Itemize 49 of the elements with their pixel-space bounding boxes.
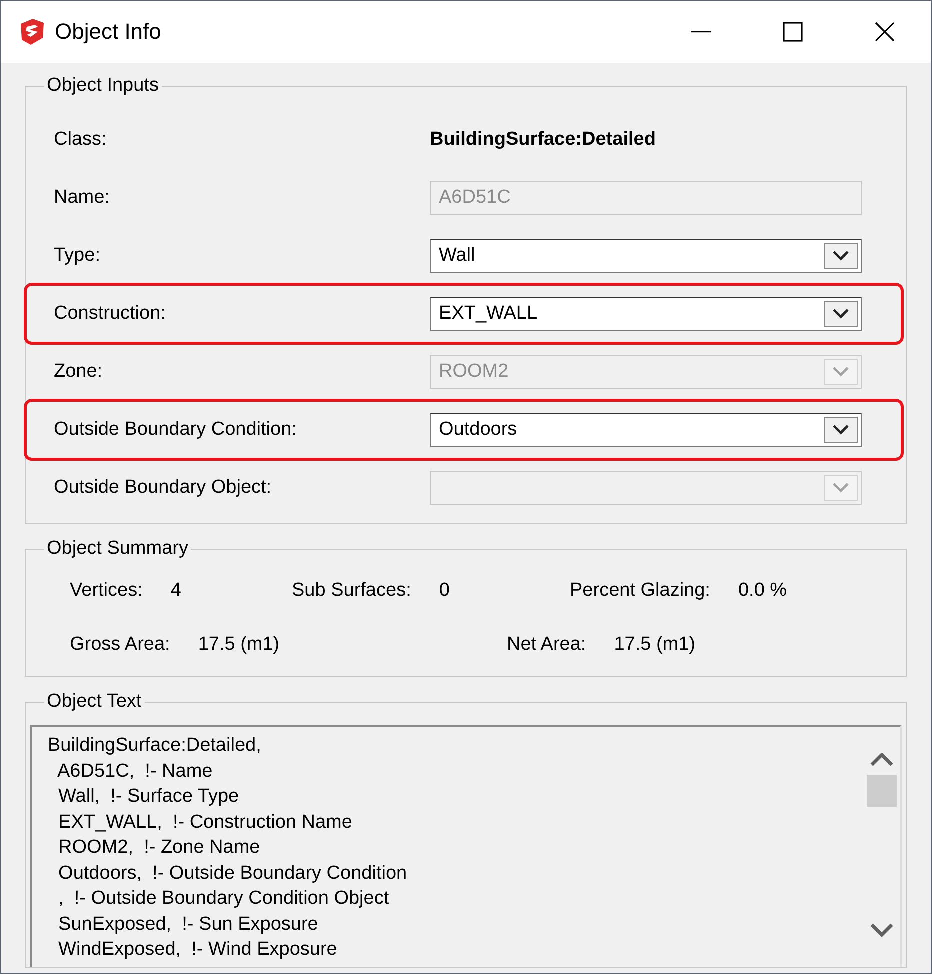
chevron-down-icon [833, 367, 849, 377]
field-label: Type: [54, 245, 102, 267]
field-label: Outside Boundary Object: [54, 477, 273, 499]
text-line: BuildingSurface:Detailed, [48, 734, 262, 758]
text-line: SunExposed, !- Sun Exposure [58, 912, 318, 936]
dropdown-field[interactable]: Wall [430, 239, 862, 273]
dropdown-field[interactable]: Outdoors [430, 413, 862, 447]
text-line: EXT_WALL, !- Construction Name [58, 810, 352, 834]
field-label: Construction: [54, 303, 167, 325]
chevron-down-icon [833, 425, 849, 435]
summary-label: Gross Area: [70, 634, 170, 656]
summary-value: 17.5 (m1) [198, 634, 280, 656]
summary-label: Net Area: [507, 634, 586, 656]
field-label: Class: [54, 129, 108, 151]
summary-label: Vertices: [70, 580, 143, 602]
summary-value: 0 [439, 580, 450, 602]
field-value[interactable]: Outdoors [439, 419, 824, 441]
minimize-icon [691, 31, 711, 33]
field-value[interactable]: Wall [439, 245, 824, 267]
class-value: BuildingSurface:Detailed [430, 129, 656, 151]
summary-label: Sub Surfaces: [292, 580, 412, 602]
scrollbar-thumb[interactable] [867, 775, 897, 807]
field-value[interactable]: EXT_WALL [439, 303, 824, 325]
chevron-down-icon [833, 483, 849, 493]
group-title: Object Text [46, 691, 143, 713]
chevron-down-icon [833, 251, 849, 261]
text-line: Wall, !- Surface Type [58, 785, 240, 809]
text-line: ROOM2, !- Zone Name [58, 836, 260, 860]
scroll-down-icon[interactable] [870, 923, 894, 937]
text-line: Outdoors, !- Outside Boundary Condition [58, 862, 408, 886]
maximize-icon [783, 22, 803, 42]
summary-value: 0.0 % [738, 580, 788, 602]
text-line: , !- Outside Boundary Condition Object [58, 887, 390, 911]
group-title: Object Summary [46, 538, 190, 560]
field-label: Zone: [54, 361, 104, 383]
chevron-down-icon [833, 309, 849, 319]
field-label: Name: [54, 187, 111, 209]
window-title: Object Info [55, 19, 162, 45]
text-line: A6D51C, !- Name [56, 760, 213, 784]
summary-value: 4 [170, 580, 182, 602]
close-icon [875, 22, 895, 42]
dropdown-field[interactable]: EXT_WALL [430, 297, 862, 331]
group-title: Object Inputs [46, 75, 160, 97]
summary-label: Percent Glazing: [570, 580, 710, 602]
text-line: WindExposed, !- Wind Exposure [58, 938, 338, 962]
app-logo-icon [19, 18, 45, 46]
scroll-up-icon[interactable] [870, 753, 894, 767]
summary-value: 17.5 (m1) [614, 634, 696, 656]
field-label: Outside Boundary Condition: [54, 419, 298, 441]
